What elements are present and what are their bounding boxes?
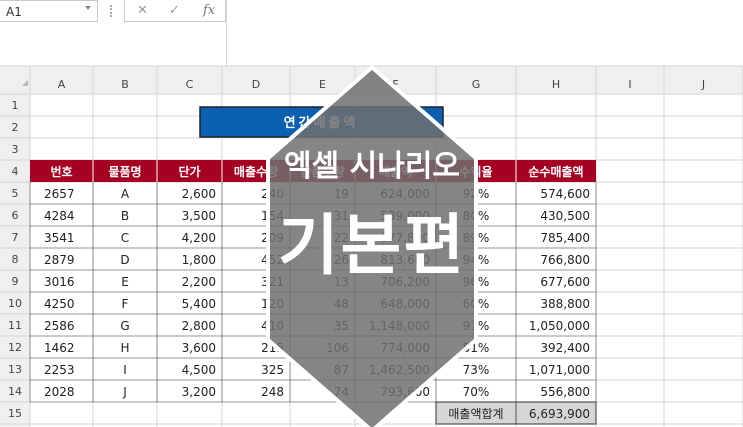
column-header-a[interactable]: A bbox=[58, 78, 66, 91]
table-cell[interactable]: 4,500 bbox=[182, 363, 216, 377]
row-header-13[interactable]: 13 bbox=[8, 363, 22, 376]
table-cell[interactable]: 766,800 bbox=[540, 253, 590, 267]
table-cell[interactable]: H bbox=[120, 341, 129, 355]
table-cell[interactable]: 4,200 bbox=[182, 231, 216, 245]
table-cell[interactable]: 785,400 bbox=[540, 231, 590, 245]
row-header-15[interactable]: 15 bbox=[8, 407, 22, 420]
table-cell[interactable]: 677,600 bbox=[540, 275, 590, 289]
banner-subtitle: 엑셀 시나리오 bbox=[284, 149, 460, 184]
table-cell[interactable]: D bbox=[120, 253, 129, 267]
row-header-1[interactable]: 1 bbox=[12, 99, 19, 112]
table-cell[interactable]: 388,800 bbox=[540, 297, 590, 311]
table-cell[interactable]: A bbox=[121, 187, 130, 201]
column-header-h[interactable]: H bbox=[552, 78, 560, 91]
row-header-5[interactable]: 5 bbox=[12, 187, 19, 200]
table-cell[interactable]: 4284 bbox=[44, 209, 75, 223]
table-cell[interactable]: I bbox=[123, 363, 127, 377]
table-cell[interactable]: 556,800 bbox=[540, 385, 590, 399]
table-cell[interactable]: 3541 bbox=[44, 231, 75, 245]
row-header-4[interactable]: 4 bbox=[12, 165, 19, 178]
spreadsheet-grid[interactable]: ABCDEFGHIJ12345678910111213141516 연간매출액번… bbox=[0, 0, 743, 427]
table-header-cell[interactable]: 순수매출액 bbox=[528, 164, 583, 179]
column-header-c[interactable]: C bbox=[186, 78, 194, 91]
table-cell[interactable]: J bbox=[122, 385, 127, 399]
table-cell[interactable]: 248 bbox=[261, 385, 284, 399]
table-cell[interactable]: G bbox=[120, 319, 129, 333]
table-cell[interactable]: 574,600 bbox=[540, 187, 590, 201]
table-cell[interactable]: 3,200 bbox=[182, 385, 216, 399]
table-header-cell[interactable]: 단가 bbox=[178, 164, 200, 179]
table-cell[interactable]: 5,400 bbox=[182, 297, 216, 311]
table-cell[interactable]: 4250 bbox=[44, 297, 75, 311]
table-cell[interactable]: 392,400 bbox=[540, 341, 590, 355]
column-header-j[interactable]: J bbox=[701, 78, 705, 91]
table-cell[interactable]: 1,800 bbox=[182, 253, 216, 267]
table-cell[interactable]: F bbox=[122, 297, 129, 311]
column-header-g[interactable]: G bbox=[472, 78, 481, 91]
table-cell[interactable]: 3016 bbox=[44, 275, 75, 289]
row-header-12[interactable]: 12 bbox=[8, 341, 22, 354]
row-header-11[interactable]: 11 bbox=[8, 319, 22, 332]
table-cell[interactable]: B bbox=[121, 209, 129, 223]
row-header-3[interactable]: 3 bbox=[12, 143, 19, 156]
table-cell[interactable]: 73% bbox=[463, 363, 490, 377]
row-header-2[interactable]: 2 bbox=[12, 121, 19, 134]
table-cell[interactable]: 1,071,000 bbox=[529, 363, 590, 377]
column-header-e[interactable]: E bbox=[319, 78, 326, 91]
column-header-b[interactable]: B bbox=[121, 78, 129, 91]
row-header-14[interactable]: 14 bbox=[8, 385, 22, 398]
table-header-cell[interactable]: 물품명 bbox=[108, 165, 141, 179]
table-cell[interactable]: 430,500 bbox=[540, 209, 590, 223]
table-cell[interactable]: C bbox=[121, 231, 129, 245]
table-cell[interactable]: 2253 bbox=[44, 363, 75, 377]
table-cell[interactable]: 1462 bbox=[44, 341, 75, 355]
table-cell[interactable]: 3,500 bbox=[182, 209, 216, 223]
table-cell[interactable]: 2,600 bbox=[182, 187, 216, 201]
table-cell[interactable]: 70% bbox=[463, 385, 490, 399]
table-header-cell[interactable]: 번호 bbox=[50, 164, 72, 179]
banner-title: 기본편 bbox=[278, 207, 466, 284]
total-label: 매출액합계 bbox=[448, 407, 503, 421]
table-cell[interactable]: 2586 bbox=[44, 319, 75, 333]
row-header-8[interactable]: 8 bbox=[12, 253, 19, 266]
row-header-10[interactable]: 10 bbox=[8, 297, 22, 310]
total-value: 6,693,900 bbox=[529, 407, 590, 421]
column-header-d[interactable]: D bbox=[252, 78, 260, 91]
table-cell[interactable]: 2879 bbox=[44, 253, 75, 267]
table-cell[interactable]: 325 bbox=[261, 363, 284, 377]
row-header-6[interactable]: 6 bbox=[12, 209, 19, 222]
table-cell[interactable]: 3,600 bbox=[182, 341, 216, 355]
column-header-i[interactable]: I bbox=[628, 78, 631, 91]
table-cell[interactable]: 2657 bbox=[44, 187, 75, 201]
table-cell[interactable]: 2,800 bbox=[182, 319, 216, 333]
table-cell[interactable]: 1,050,000 bbox=[529, 319, 590, 333]
table-cell[interactable]: 2,200 bbox=[182, 275, 216, 289]
table-cell[interactable]: E bbox=[121, 275, 129, 289]
table-cell[interactable]: 2028 bbox=[44, 385, 75, 399]
row-header-9[interactable]: 9 bbox=[12, 275, 19, 288]
row-header-7[interactable]: 7 bbox=[12, 231, 19, 244]
